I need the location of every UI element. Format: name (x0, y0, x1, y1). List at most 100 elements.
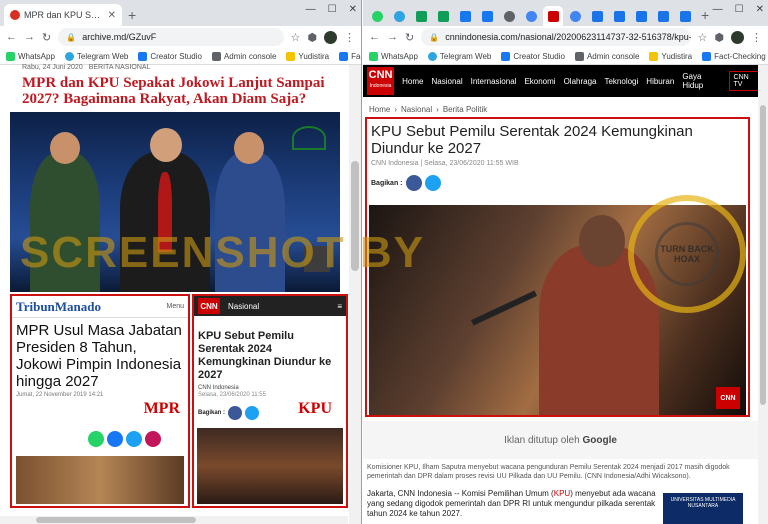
tab-sheets-2[interactable] (433, 6, 453, 26)
address-bar[interactable]: 🔒 cnnindonesia.com/nasional/202006231147… (421, 28, 691, 46)
article-date: Rabu, 24 Juni 2020 (22, 64, 83, 71)
nav-nasional[interactable]: Nasional (431, 77, 462, 86)
tab-sheets[interactable] (411, 6, 431, 26)
tab-doc-5[interactable] (675, 6, 695, 26)
forward-icon[interactable]: → (24, 31, 35, 43)
breadcrumb-home[interactable]: Home (369, 105, 390, 114)
bookmark-admin-console[interactable]: Admin console (574, 51, 639, 61)
maximize-button[interactable]: ☐ (328, 4, 337, 15)
close-window-button[interactable]: ✕ (756, 4, 764, 15)
tab-active-cnn[interactable] (543, 6, 563, 26)
tab-chrome-2[interactable] (565, 6, 585, 26)
tab-telegram[interactable] (389, 6, 409, 26)
bookmark-yudistira[interactable]: Yudistira (649, 51, 692, 61)
forward-icon[interactable]: → (387, 31, 398, 43)
gear-icon (503, 10, 515, 22)
left-vertical-scrollbar[interactable] (349, 65, 361, 524)
kpu-link[interactable]: KPU (554, 489, 570, 498)
extension-icon[interactable]: ⬢ (714, 31, 724, 44)
tab-facebook-2[interactable] (477, 6, 497, 26)
bookmark-whatsapp[interactable]: WhatsApp (369, 51, 418, 61)
right-page-content: CNN Indonesia Home Nasional Internasiona… (363, 65, 768, 524)
minimize-button[interactable]: — (306, 4, 316, 15)
nav-teknologi[interactable]: Teknologi (604, 77, 638, 86)
tab-doc-4[interactable] (653, 6, 673, 26)
doc-icon (657, 10, 669, 22)
kpu-tag: KPU (298, 400, 332, 417)
tab-doc-2[interactable] (609, 6, 629, 26)
telegram-icon (64, 51, 74, 61)
chrome-icon (525, 10, 537, 22)
twitter-share-icon[interactable] (424, 175, 441, 191)
back-icon[interactable]: ← (6, 31, 17, 43)
maximize-button[interactable]: ☐ (735, 4, 744, 15)
tab-whatsapp[interactable] (367, 6, 387, 26)
right-scroll-thumb[interactable] (760, 105, 766, 405)
star-icon[interactable]: ☆ (698, 31, 708, 44)
menu-icon[interactable]: ⋮ (751, 31, 762, 44)
bookmark-telegram[interactable]: Telegram Web (64, 51, 128, 61)
nav-ekonomi[interactable]: Ekonomi (524, 77, 555, 86)
side-ad-banner[interactable]: UNIVERSITAS MULTIMEDIA NUSANTARA (663, 493, 743, 524)
extension-icon[interactable]: ⬢ (307, 31, 317, 44)
url-text: cnnindonesia.com/nasional/20200623114737… (445, 32, 690, 42)
cnn-clip-photo (197, 428, 343, 504)
tab-facebook[interactable] (455, 6, 475, 26)
tab-settings[interactable] (499, 6, 519, 26)
profile-avatar[interactable] (324, 30, 337, 44)
new-tab-button[interactable]: + (701, 7, 709, 23)
right-vertical-scrollbar[interactable] (758, 65, 768, 524)
bookmark-whatsapp[interactable]: WhatsApp (6, 51, 55, 61)
bookmark-fact-checking[interactable]: Fact-Checking (339, 51, 361, 61)
whatsapp-icon (6, 51, 15, 61)
telegram-icon (427, 51, 437, 61)
star-icon[interactable]: ☆ (291, 31, 301, 44)
ad-closed-text: Iklan ditutup oleh (504, 434, 580, 446)
article-headline[interactable]: MPR dan KPU Sepakat Jokowi Lanjut Sampai… (22, 75, 340, 107)
facebook-icon (339, 51, 349, 61)
left-active-tab[interactable]: MPR dan KPU Sepakat Jokowi La ✕ (4, 4, 122, 26)
nav-olahraga[interactable]: Olahraga (564, 77, 597, 86)
cnn-clip-section: Nasional (228, 301, 260, 311)
nav-internasional[interactable]: Internasional (471, 77, 517, 86)
nav-gaya-hidup[interactable]: Gaya Hidup (682, 72, 720, 90)
cnn-tv-button[interactable]: CNN TV (728, 71, 762, 91)
reload-icon[interactable]: ↻ (405, 31, 414, 44)
bookmark-creator-studio[interactable]: Creator Studio (138, 51, 202, 61)
new-tab-button[interactable]: + (128, 7, 136, 23)
bookmark-admin-console[interactable]: Admin console (211, 51, 276, 61)
bookmark-telegram[interactable]: Telegram Web (427, 51, 491, 61)
tab-doc[interactable] (587, 6, 607, 26)
breadcrumb-politik[interactable]: Berita Politik (443, 105, 487, 114)
google-brand: Google (582, 434, 617, 446)
left-hscroll-thumb[interactable] (36, 517, 196, 523)
tab-chrome[interactable] (521, 6, 541, 26)
profile-avatar[interactable] (731, 30, 744, 44)
menu-icon[interactable]: ⋮ (344, 31, 355, 44)
lock-icon: 🔒 (429, 32, 440, 42)
facebook-icon (481, 10, 493, 22)
breadcrumb-nasional[interactable]: Nasional (401, 105, 432, 114)
nav-home[interactable]: Home (402, 77, 423, 86)
bookmark-yudistira[interactable]: Yudistira (286, 51, 329, 61)
tab-doc-3[interactable] (631, 6, 651, 26)
facebook-share-icon[interactable] (405, 175, 422, 191)
tribun-logo: TribunManado (16, 298, 102, 314)
nav-hiburan[interactable]: Hiburan (646, 77, 674, 86)
bookmark-creator-studio[interactable]: Creator Studio (501, 51, 565, 61)
bookmark-fact-checking[interactable]: Fact-Checking (702, 51, 766, 61)
article-category[interactable]: BERITA NASIONAL (89, 64, 151, 71)
cnn-navbar: CNN Indonesia Home Nasional Internasiona… (363, 65, 768, 97)
address-bar[interactable]: 🔒 archive.md/GZuvF (58, 28, 284, 46)
chevron-right-icon: › (436, 105, 439, 114)
minimize-button[interactable]: — (713, 4, 723, 15)
left-horizontal-scrollbar[interactable] (0, 516, 348, 524)
close-tab-icon[interactable]: ✕ (108, 10, 116, 21)
close-window-button[interactable]: ✕ (349, 4, 357, 15)
tribun-header: TribunManado Menu (12, 296, 188, 318)
back-icon[interactable]: ← (369, 31, 380, 43)
whatsapp-icon (369, 51, 378, 61)
reload-icon[interactable]: ↻ (42, 31, 51, 44)
cnn-logo[interactable]: CNN Indonesia (367, 67, 395, 95)
kpu-logo (292, 126, 326, 150)
